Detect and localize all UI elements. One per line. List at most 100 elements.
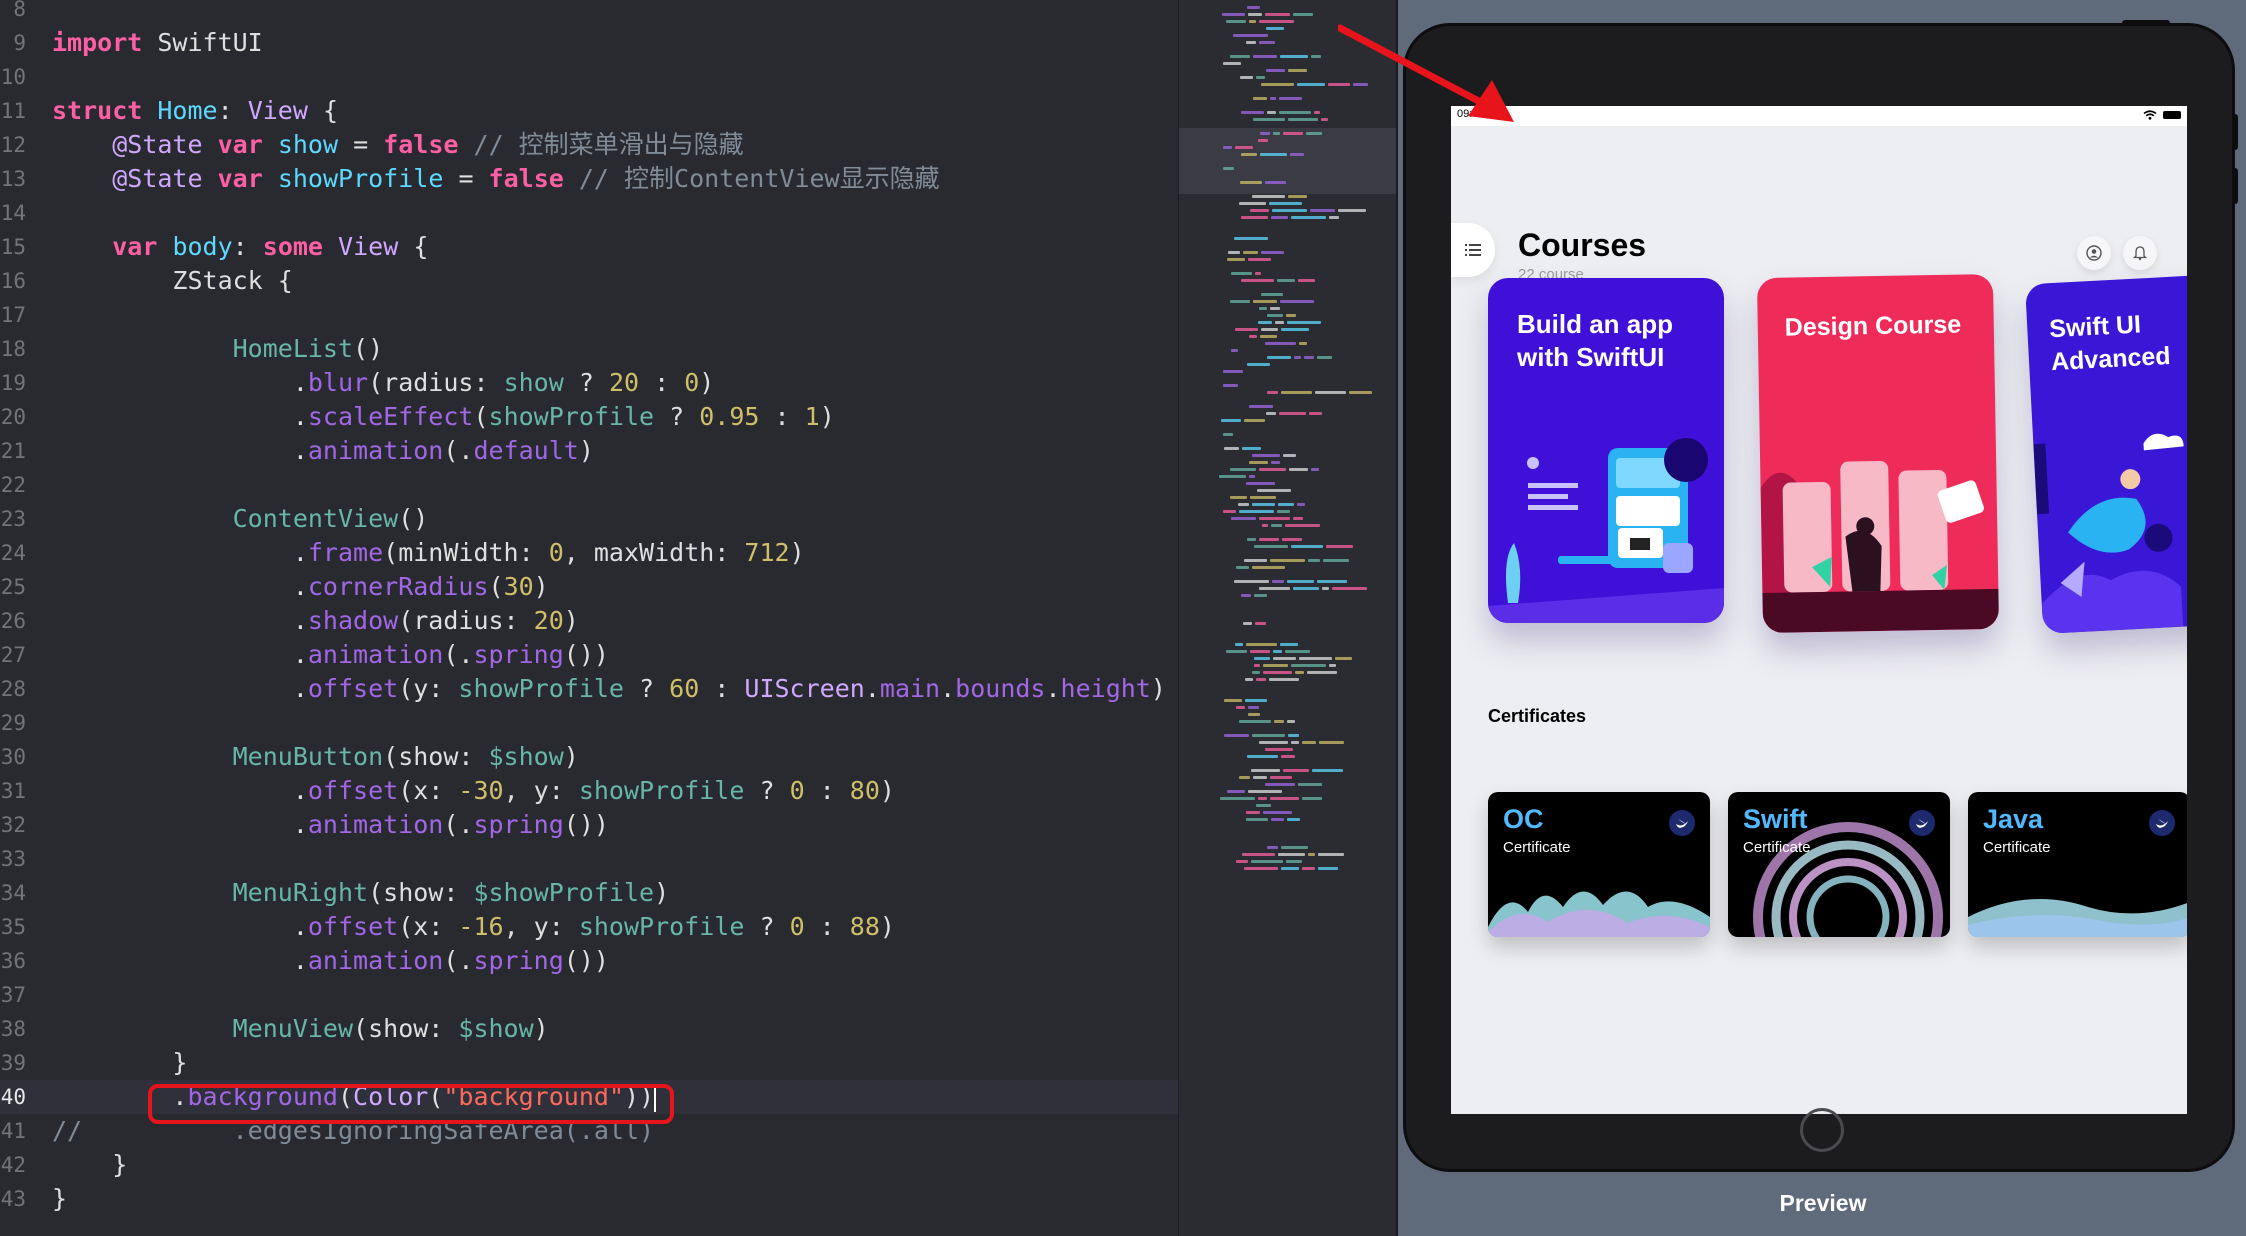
notification-button[interactable] (2123, 236, 2157, 270)
menu-button[interactable] (1451, 223, 1495, 277)
code-line[interactable]: 30 MenuButton(show: $show) (0, 740, 1178, 774)
code-line[interactable]: 17 (0, 298, 1178, 332)
code-line[interactable]: 35 .offset(x: -16, y: showProfile ? 0 : … (0, 910, 1178, 944)
code-line[interactable]: 24 .frame(minWidth: 0, maxWidth: 712) (0, 536, 1178, 570)
code-token: . (52, 368, 308, 397)
code-token: showProfile (488, 402, 655, 431)
line-number: 24 (0, 541, 26, 565)
code-line[interactable]: 29 (0, 706, 1178, 740)
code-line[interactable]: 10 (0, 60, 1178, 94)
canvas-preview-pane: 09:4 Courses 22 course Build an app with… (1396, 0, 2246, 1236)
code-line[interactable]: 9 import SwiftUI (0, 26, 1178, 60)
code-token: . (52, 402, 308, 431)
code-line[interactable]: 18 HomeList() (0, 332, 1178, 366)
code-token: (show: (383, 742, 489, 771)
minimap[interactable] (1178, 0, 1397, 1236)
code-text: .offset(x: -30, y: showProfile ? 0 : 80) (52, 774, 895, 808)
code-line[interactable]: 27 .animation(.spring()) (0, 638, 1178, 672)
minimap-code-bar (1258, 797, 1267, 800)
minimap-code-bar (1287, 580, 1314, 583)
minimap-code-bar (1281, 328, 1309, 331)
code-line[interactable]: 15 var body: some View { (0, 230, 1178, 264)
code-line[interactable]: 37 (0, 978, 1178, 1012)
course-card-swiftui-advanced[interactable]: Swift UI Advanced (2025, 272, 2187, 634)
code-line[interactable]: 36 .animation(.spring()) (0, 944, 1178, 978)
code-line[interactable]: 34 MenuRight(show: $showProfile) (0, 876, 1178, 910)
certificate-card-java[interactable]: Java Certificate (1968, 792, 2187, 937)
course-card-swiftui[interactable]: Build an app with SwiftUI (1488, 278, 1724, 623)
certificate-card-swift[interactable]: Swift Certificate (1728, 792, 1950, 937)
minimap-code-bar (1299, 657, 1332, 660)
code-token: . (52, 640, 308, 669)
code-token: 1 (804, 402, 820, 431)
minimap-code-bar (1275, 321, 1284, 324)
minimap-code-bar (1306, 132, 1322, 135)
minimap-code-bar (1235, 643, 1243, 646)
code-token: () (398, 504, 429, 533)
code-token: false (488, 164, 564, 193)
code-token: ) (819, 402, 835, 431)
code-line[interactable]: 12 @State var show = false // 控制菜单滑出与隐藏 (0, 128, 1178, 162)
code-line[interactable]: 28 .offset(y: showProfile ? 60 : UIScree… (0, 672, 1178, 706)
volume-down-button (2232, 168, 2238, 204)
code-token: 0 (789, 912, 805, 941)
code-line[interactable]: 25 .cornerRadius(30) (0, 570, 1178, 604)
code-line[interactable]: 42 } (0, 1148, 1178, 1182)
profile-button[interactable] (2077, 236, 2111, 270)
code-editor[interactable]: 8 9 import SwiftUI 10 11 struct Home: View {1… (0, 0, 1178, 1236)
code-token: ? (744, 912, 790, 941)
minimap-code-bar (1295, 671, 1304, 674)
minimap-code-bar (1243, 251, 1258, 254)
line-number: 23 (0, 507, 26, 531)
code-token: 0.95 (699, 402, 760, 431)
code-line[interactable]: 20 .scaleEffect(showProfile ? 0.95 : 1) (0, 400, 1178, 434)
minimap-code-bar (1241, 153, 1257, 156)
code-token: MenuView (232, 1014, 354, 1043)
minimap-code-bar (1246, 643, 1277, 646)
course-illustration (2033, 433, 2184, 634)
line-number: 22 (0, 473, 26, 497)
code-token: blur (307, 368, 369, 397)
home-button[interactable] (1800, 1108, 1844, 1152)
wifi-icon (2143, 110, 2157, 120)
code-line[interactable]: 16 ZStack { (0, 264, 1178, 298)
preview-label: Preview (1779, 1190, 1867, 1216)
code-line[interactable]: 33 (0, 842, 1178, 876)
code-line[interactable]: 38 MenuView(show: $show) (0, 1012, 1178, 1046)
code-line[interactable]: 31 .offset(x: -30, y: showProfile ? 0 : … (0, 774, 1178, 808)
code-line[interactable]: 8 (0, 0, 1178, 26)
minimap-code-bar (1349, 391, 1372, 394)
swift-logo-icon (1909, 810, 1935, 836)
code-line[interactable]: 26 .shadow(radius: 20) (0, 604, 1178, 638)
code-line[interactable]: 11 struct Home: View { (0, 94, 1178, 128)
code-line[interactable]: 43} (0, 1182, 1178, 1216)
minimap-code-bar (1291, 216, 1326, 219)
highlight-annotation-box (148, 1084, 674, 1124)
course-card-design[interactable]: Design Course (1756, 273, 2000, 634)
code-token: var (112, 232, 158, 261)
minimap-code-bar (1230, 300, 1250, 303)
code-line[interactable]: 19 .blur(radius: show ? 20 : 0) (0, 366, 1178, 400)
minimap-code-bar (1265, 342, 1296, 345)
minimap-code-bar (1227, 258, 1245, 261)
code-line[interactable]: 14 (0, 196, 1178, 230)
minimap-code-bar (1252, 671, 1260, 674)
code-line[interactable]: 13 @State var showProfile = false // 控制C… (0, 162, 1178, 196)
minimap-code-bar (1266, 27, 1284, 30)
code-line[interactable]: 21 .animation(.default) (0, 434, 1178, 468)
code-line[interactable]: 23 ContentView() (0, 502, 1178, 536)
code-token: // 控制菜单滑出与隐藏 (473, 130, 744, 159)
code-line[interactable]: 39 } (0, 1046, 1178, 1080)
minimap-code-bar (1253, 55, 1277, 58)
minimap-code-bar (1274, 720, 1284, 723)
code-line[interactable]: 22 (0, 468, 1178, 502)
minimap-visible-region[interactable] (1179, 128, 1397, 194)
line-number: 21 (0, 439, 26, 463)
certificate-card-oc[interactable]: OC Certificate (1488, 792, 1710, 937)
code-text: .frame(minWidth: 0, maxWidth: 712) (52, 536, 805, 570)
code-line[interactable]: 32 .animation(.spring()) (0, 808, 1178, 842)
minimap-code-bar (1261, 328, 1278, 331)
